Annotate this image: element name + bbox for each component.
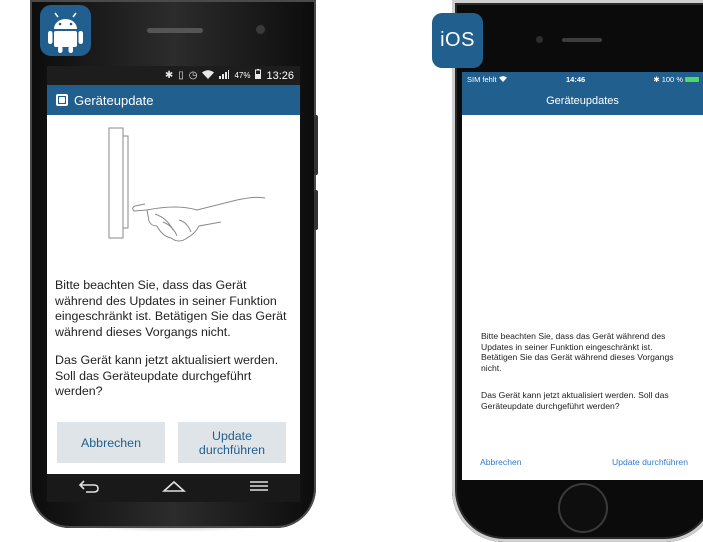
home-button[interactable] — [558, 483, 608, 533]
cancel-button[interactable]: Abbrechen — [57, 422, 165, 463]
battery-percent: 47% — [234, 71, 251, 80]
update-question-text: Das Gerät kann jetzt aktualisiert werden… — [481, 390, 669, 411]
home-icon[interactable] — [162, 479, 187, 498]
battery-status: ✱ 100 % — [653, 75, 699, 84]
iphone: SIM fehlt 14:46 ✱ 100 % Geräteupdates Bi… — [452, 0, 703, 542]
ios-navigation-bar: Geräteupdates — [462, 86, 703, 115]
bluetooth-icon: ✱ — [653, 75, 660, 84]
android-screen: ✱ ▯ ◷ 47% 13:26 Geräteupdate Bitte beach… — [47, 66, 300, 474]
vibrate-icon: ▯ — [178, 70, 184, 81]
wifi-icon — [202, 69, 215, 82]
ios-screen: SIM fehlt 14:46 ✱ 100 % Geräteupdates Bi… — [462, 72, 703, 480]
ios-badge: iOS — [432, 13, 483, 68]
update-button[interactable]: Update durchführen — [612, 457, 688, 467]
earpiece-speaker — [562, 38, 602, 42]
android-app-bar: Geräteupdate — [47, 85, 300, 115]
app-title: Geräteupdate — [74, 92, 154, 108]
battery-icon — [255, 69, 262, 82]
android-badge — [40, 5, 91, 56]
alarm-icon: ◷ — [188, 70, 198, 81]
battery-percent: 100 % — [661, 75, 683, 84]
back-icon[interactable] — [78, 479, 100, 498]
menu-icon[interactable] — [249, 479, 269, 497]
android-robot-icon — [48, 12, 83, 53]
update-question-text: Das Gerät kann jetzt aktualisiert werden… — [55, 353, 279, 398]
carrier-label: SIM fehlt — [467, 75, 507, 84]
battery-icon — [685, 77, 699, 82]
carrier-text: SIM fehlt — [467, 75, 497, 84]
cancel-button[interactable]: Abbrechen — [480, 457, 522, 467]
nav-title: Geräteupdates — [546, 94, 619, 107]
status-time: 14:46 — [566, 75, 586, 84]
update-button[interactable]: Update durchführen — [178, 422, 286, 463]
android-message: Bitte beachten Sie, dass das Gerät währe… — [55, 278, 295, 413]
android-navigation-bar — [47, 474, 300, 502]
cancel-button-label: Abbrechen — [81, 435, 141, 450]
front-camera — [536, 36, 543, 43]
front-camera — [256, 25, 265, 34]
wifi-icon — [498, 75, 507, 84]
app-window-icon — [56, 94, 68, 106]
press-button-illustration-icon — [108, 127, 266, 242]
android-phone: ✱ ▯ ◷ 47% 13:26 Geräteupdate Bitte beach… — [30, 0, 318, 542]
bluetooth-icon: ✱ — [164, 70, 174, 81]
update-warning-text: Bitte beachten Sie, dass das Gerät währe… — [481, 331, 674, 373]
power-button — [314, 190, 318, 230]
update-warning-text: Bitte beachten Sie, dass das Gerät währe… — [55, 278, 287, 339]
android-status-bar: ✱ ▯ ◷ 47% 13:26 — [47, 66, 300, 85]
volume-button — [314, 115, 318, 175]
ios-status-bar: SIM fehlt 14:46 ✱ 100 % — [462, 72, 703, 86]
status-time: 13:26 — [266, 69, 294, 82]
signal-icon — [219, 69, 230, 82]
update-button-label: Update durchführen — [198, 428, 266, 457]
earpiece-speaker — [147, 28, 203, 33]
ios-message: Bitte beachten Sie, dass das Gerät währe… — [481, 331, 691, 429]
